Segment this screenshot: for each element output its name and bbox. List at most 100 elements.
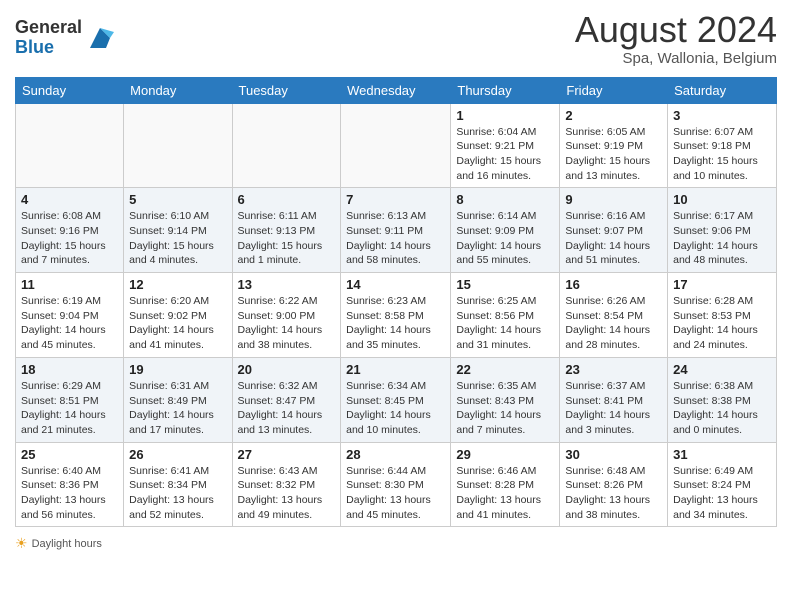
day-number: 23 — [565, 362, 662, 377]
weekday-header-sunday: Sunday — [16, 77, 124, 103]
calendar-cell: 6 Sunrise: 6:11 AM Sunset: 9:13 PM Daylig… — [232, 188, 341, 273]
day-number: 25 — [21, 447, 118, 462]
day-info: Sunrise: 6:19 AM Sunset: 9:04 PM Dayligh… — [21, 294, 118, 353]
calendar-cell: 19 Sunrise: 6:31 AM Sunset: 8:49 PM Dayli… — [124, 357, 232, 442]
day-info: Sunrise: 6:38 AM Sunset: 8:38 PM Dayligh… — [673, 379, 771, 438]
daylight-label: Daylight hours — [32, 538, 102, 550]
day-info: Sunrise: 6:25 AM Sunset: 8:56 PM Dayligh… — [456, 294, 554, 353]
day-info: Sunrise: 6:26 AM Sunset: 8:54 PM Dayligh… — [565, 294, 662, 353]
logo-icon — [86, 24, 114, 52]
calendar-cell: 28 Sunrise: 6:44 AM Sunset: 8:30 PM Dayli… — [341, 442, 451, 527]
day-info: Sunrise: 6:31 AM Sunset: 8:49 PM Dayligh… — [129, 379, 226, 438]
day-info: Sunrise: 6:46 AM Sunset: 8:28 PM Dayligh… — [456, 464, 554, 523]
calendar-cell: 10Sunrise: 6:17 AM Sunset: 9:06 PM Dayli… — [668, 188, 777, 273]
day-info: Sunrise: 6:10 AM Sunset: 9:14 PM Dayligh… — [129, 209, 226, 268]
day-number: 14 — [346, 277, 445, 292]
day-info: Sunrise: 6:16 AM Sunset: 9:07 PM Dayligh… — [565, 209, 662, 268]
calendar-cell: 30Sunrise: 6:48 AM Sunset: 8:26 PM Dayli… — [560, 442, 668, 527]
day-info: Sunrise: 6:13 AM Sunset: 9:11 PM Dayligh… — [346, 209, 445, 268]
week-row-5: 25Sunrise: 6:40 AM Sunset: 8:36 PM Dayli… — [16, 442, 777, 527]
footer-note: ☀ Daylight hours — [15, 535, 777, 552]
day-info: Sunrise: 6:17 AM Sunset: 9:06 PM Dayligh… — [673, 209, 771, 268]
day-number: 31 — [673, 447, 771, 462]
day-info: Sunrise: 6:34 AM Sunset: 8:45 PM Dayligh… — [346, 379, 445, 438]
title-block: August 2024 Spa, Wallonia, Belgium — [575, 10, 777, 67]
week-row-3: 11Sunrise: 6:19 AM Sunset: 9:04 PM Dayli… — [16, 273, 777, 358]
calendar-cell: 8Sunrise: 6:14 AM Sunset: 9:09 PM Daylig… — [451, 188, 560, 273]
calendar-cell: 16Sunrise: 6:26 AM Sunset: 8:54 PM Dayli… — [560, 273, 668, 358]
day-number: 6 — [238, 192, 336, 207]
day-number: 12 — [129, 277, 226, 292]
calendar-cell — [16, 103, 124, 188]
calendar-cell: 18Sunrise: 6:29 AM Sunset: 8:51 PM Dayli… — [16, 357, 124, 442]
logo-text: General Blue — [15, 18, 82, 58]
day-number: 13 — [238, 277, 336, 292]
sun-icon: ☀ — [15, 535, 28, 552]
logo: General Blue — [15, 18, 114, 58]
day-number: 30 — [565, 447, 662, 462]
calendar-cell — [341, 103, 451, 188]
calendar-table: SundayMondayTuesdayWednesdayThursdayFrid… — [15, 77, 777, 528]
header: General Blue August 2024 Spa, Wallonia, … — [15, 10, 777, 67]
calendar-cell: 15 Sunrise: 6:25 AM Sunset: 8:56 PM Dayli… — [451, 273, 560, 358]
calendar-subtitle: Spa, Wallonia, Belgium — [575, 50, 777, 67]
calendar-cell: 14 Sunrise: 6:23 AM Sunset: 8:58 PM Dayli… — [341, 273, 451, 358]
day-info: Sunrise: 6:23 AM Sunset: 8:58 PM Dayligh… — [346, 294, 445, 353]
day-info: Sunrise: 6:37 AM Sunset: 8:41 PM Dayligh… — [565, 379, 662, 438]
calendar-cell: 26 Sunrise: 6:41 AM Sunset: 8:34 PM Dayli… — [124, 442, 232, 527]
day-number: 29 — [456, 447, 554, 462]
footer: ☀ Daylight hours — [15, 535, 777, 552]
day-number: 22 — [456, 362, 554, 377]
weekday-header-monday: Monday — [124, 77, 232, 103]
calendar-cell: 21 Sunrise: 6:34 AM Sunset: 8:45 PM Dayli… — [341, 357, 451, 442]
day-number: 4 — [21, 192, 118, 207]
day-info: Sunrise: 6:44 AM Sunset: 8:30 PM Dayligh… — [346, 464, 445, 523]
page: General Blue August 2024 Spa, Wallonia, … — [0, 0, 792, 612]
calendar-cell: 27 Sunrise: 6:43 AM Sunset: 8:32 PM Dayli… — [232, 442, 341, 527]
day-info: Sunrise: 6:32 AM Sunset: 8:47 PM Dayligh… — [238, 379, 336, 438]
calendar-cell: 4Sunrise: 6:08 AM Sunset: 9:16 PM Daylig… — [16, 188, 124, 273]
calendar-cell: 25Sunrise: 6:40 AM Sunset: 8:36 PM Dayli… — [16, 442, 124, 527]
calendar-cell: 13 Sunrise: 6:22 AM Sunset: 9:00 PM Dayli… — [232, 273, 341, 358]
week-row-4: 18Sunrise: 6:29 AM Sunset: 8:51 PM Dayli… — [16, 357, 777, 442]
day-number: 26 — [129, 447, 226, 462]
day-number: 5 — [129, 192, 226, 207]
weekday-header-wednesday: Wednesday — [341, 77, 451, 103]
day-info: Sunrise: 6:04 AM Sunset: 9:21 PM Dayligh… — [456, 125, 554, 184]
day-number: 20 — [238, 362, 336, 377]
day-info: Sunrise: 6:43 AM Sunset: 8:32 PM Dayligh… — [238, 464, 336, 523]
day-number: 21 — [346, 362, 445, 377]
calendar-cell: 29 Sunrise: 6:46 AM Sunset: 8:28 PM Dayli… — [451, 442, 560, 527]
calendar-cell: 31Sunrise: 6:49 AM Sunset: 8:24 PM Dayli… — [668, 442, 777, 527]
calendar-cell: 24Sunrise: 6:38 AM Sunset: 8:38 PM Dayli… — [668, 357, 777, 442]
day-info: Sunrise: 6:22 AM Sunset: 9:00 PM Dayligh… — [238, 294, 336, 353]
day-number: 2 — [565, 108, 662, 123]
day-info: Sunrise: 6:11 AM Sunset: 9:13 PM Dayligh… — [238, 209, 336, 268]
day-number: 15 — [456, 277, 554, 292]
logo-general: General — [15, 18, 82, 38]
calendar-cell — [232, 103, 341, 188]
calendar-cell: 17 Sunrise: 6:28 AM Sunset: 8:53 PM Dayli… — [668, 273, 777, 358]
day-number: 17 — [673, 277, 771, 292]
day-info: Sunrise: 6:20 AM Sunset: 9:02 PM Dayligh… — [129, 294, 226, 353]
day-number: 9 — [565, 192, 662, 207]
week-row-2: 4Sunrise: 6:08 AM Sunset: 9:16 PM Daylig… — [16, 188, 777, 273]
day-info: Sunrise: 6:41 AM Sunset: 8:34 PM Dayligh… — [129, 464, 226, 523]
weekday-header-friday: Friday — [560, 77, 668, 103]
weekday-header-tuesday: Tuesday — [232, 77, 341, 103]
day-info: Sunrise: 6:14 AM Sunset: 9:09 PM Dayligh… — [456, 209, 554, 268]
calendar-cell: 3 Sunrise: 6:07 AM Sunset: 9:18 PM Daylig… — [668, 103, 777, 188]
day-number: 3 — [673, 108, 771, 123]
day-number: 27 — [238, 447, 336, 462]
day-number: 7 — [346, 192, 445, 207]
calendar-cell: 12 Sunrise: 6:20 AM Sunset: 9:02 PM Dayli… — [124, 273, 232, 358]
weekday-header-thursday: Thursday — [451, 77, 560, 103]
day-number: 18 — [21, 362, 118, 377]
header-row: SundayMondayTuesdayWednesdayThursdayFrid… — [16, 77, 777, 103]
day-number: 28 — [346, 447, 445, 462]
day-number: 19 — [129, 362, 226, 377]
calendar-cell: 2Sunrise: 6:05 AM Sunset: 9:19 PM Daylig… — [560, 103, 668, 188]
day-info: Sunrise: 6:07 AM Sunset: 9:18 PM Dayligh… — [673, 125, 771, 184]
logo-blue: Blue — [15, 38, 82, 58]
day-info: Sunrise: 6:28 AM Sunset: 8:53 PM Dayligh… — [673, 294, 771, 353]
